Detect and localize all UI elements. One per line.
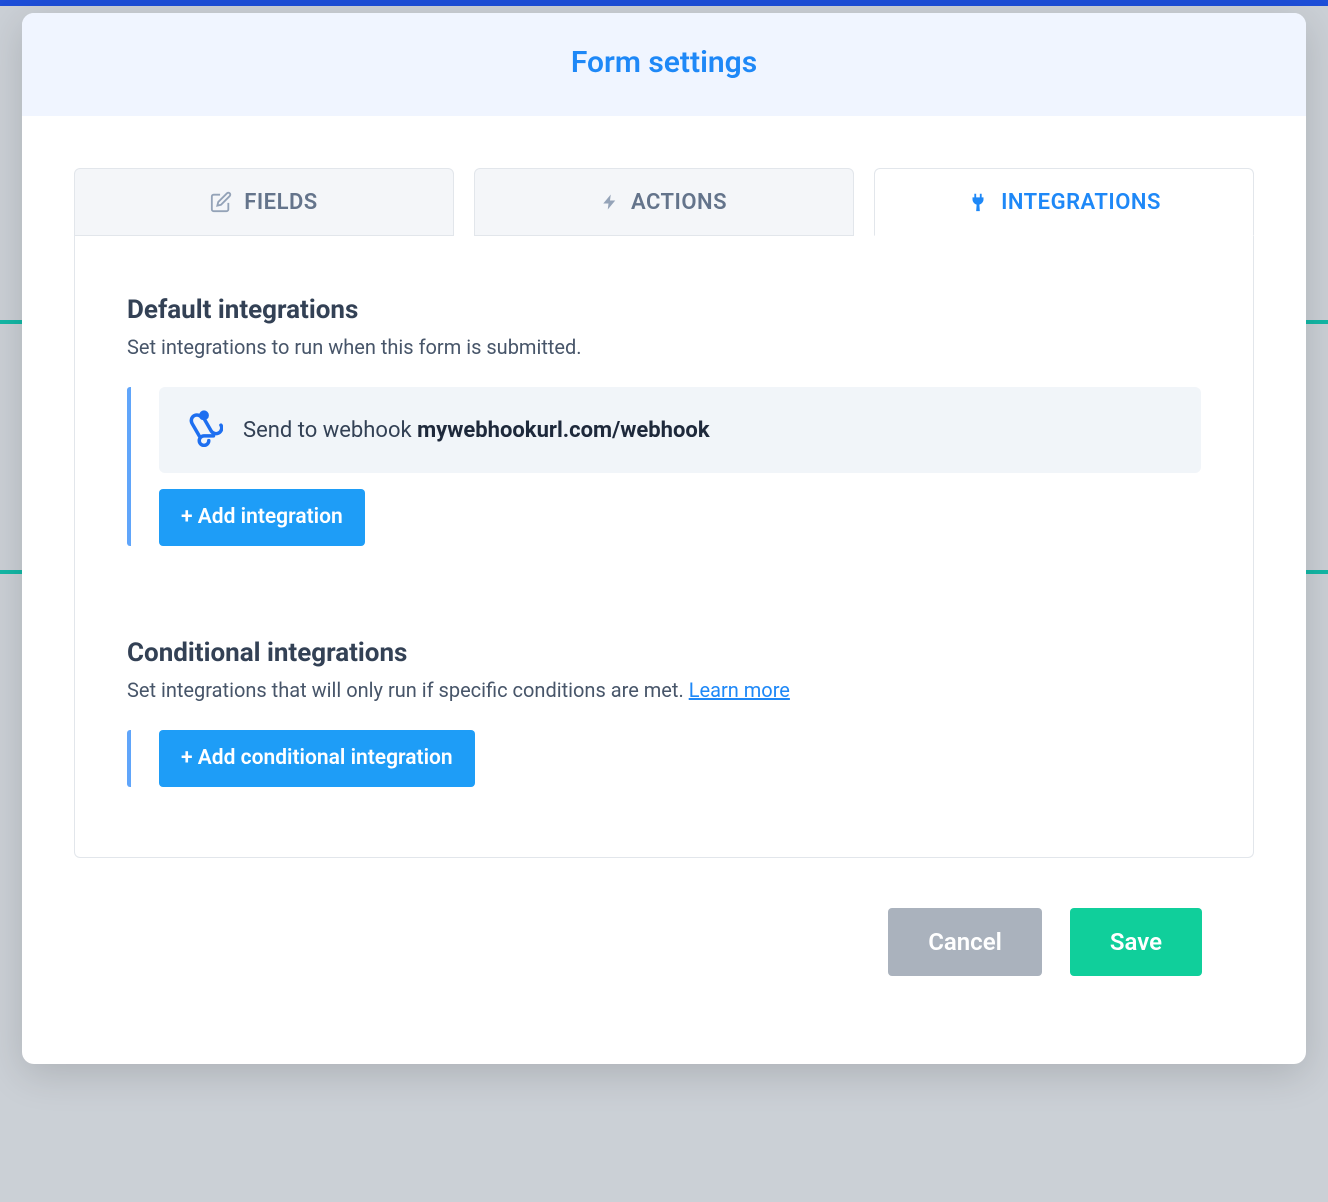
default-integrations-section: Default integrations Set integrations to… [127, 295, 1201, 546]
webhook-item-target: mywebhookurl.com/webhook [417, 418, 709, 443]
modal-title: Form settings [22, 45, 1306, 80]
edit-icon [210, 191, 232, 213]
modal-header: Form settings [22, 13, 1306, 116]
tab-fields[interactable]: FIELDS [74, 168, 454, 236]
default-rail-group: Send to webhook mywebhookurl.com/webhook… [127, 387, 1201, 546]
webhook-item-prefix: Send to webhook [243, 418, 417, 443]
conditional-section-title: Conditional integrations [127, 638, 1201, 668]
integrations-panel: Default integrations Set integrations to… [74, 235, 1254, 858]
webhook-integration-item[interactable]: Send to webhook mywebhookurl.com/webhook [159, 387, 1201, 473]
default-section-title: Default integrations [127, 295, 1201, 325]
webhook-item-text: Send to webhook mywebhookurl.com/webhook [243, 418, 710, 443]
conditional-desc-text: Set integrations that will only run if s… [127, 678, 689, 702]
conditional-integrations-section: Conditional integrations Set integration… [127, 638, 1201, 787]
tab-actions[interactable]: ACTIONS [474, 168, 854, 236]
default-section-description: Set integrations to run when this form i… [127, 335, 1201, 359]
lightning-icon [601, 191, 619, 213]
tab-actions-label: ACTIONS [631, 190, 727, 215]
tab-integrations[interactable]: INTEGRATIONS [874, 168, 1254, 236]
webhook-icon [185, 409, 223, 451]
tabs: FIELDS ACTIONS INTEGRATIONS [74, 168, 1254, 236]
tab-integrations-label: INTEGRATIONS [1001, 190, 1161, 215]
tab-fields-label: FIELDS [244, 190, 317, 215]
plug-icon [967, 191, 989, 213]
modal-body: FIELDS ACTIONS INTEGRATIONS [22, 116, 1306, 1064]
add-integration-button[interactable]: + Add integration [159, 489, 365, 546]
cancel-button[interactable]: Cancel [888, 908, 1042, 976]
add-conditional-integration-button[interactable]: + Add conditional integration [159, 730, 475, 787]
save-button[interactable]: Save [1070, 908, 1202, 976]
conditional-section-description: Set integrations that will only run if s… [127, 678, 1201, 702]
form-settings-modal: Form settings FIELDS ACTIONS [22, 13, 1306, 1064]
modal-footer: Cancel Save [74, 908, 1254, 1024]
learn-more-link[interactable]: Learn more [689, 678, 790, 702]
conditional-rail-group: + Add conditional integration [127, 730, 1201, 787]
